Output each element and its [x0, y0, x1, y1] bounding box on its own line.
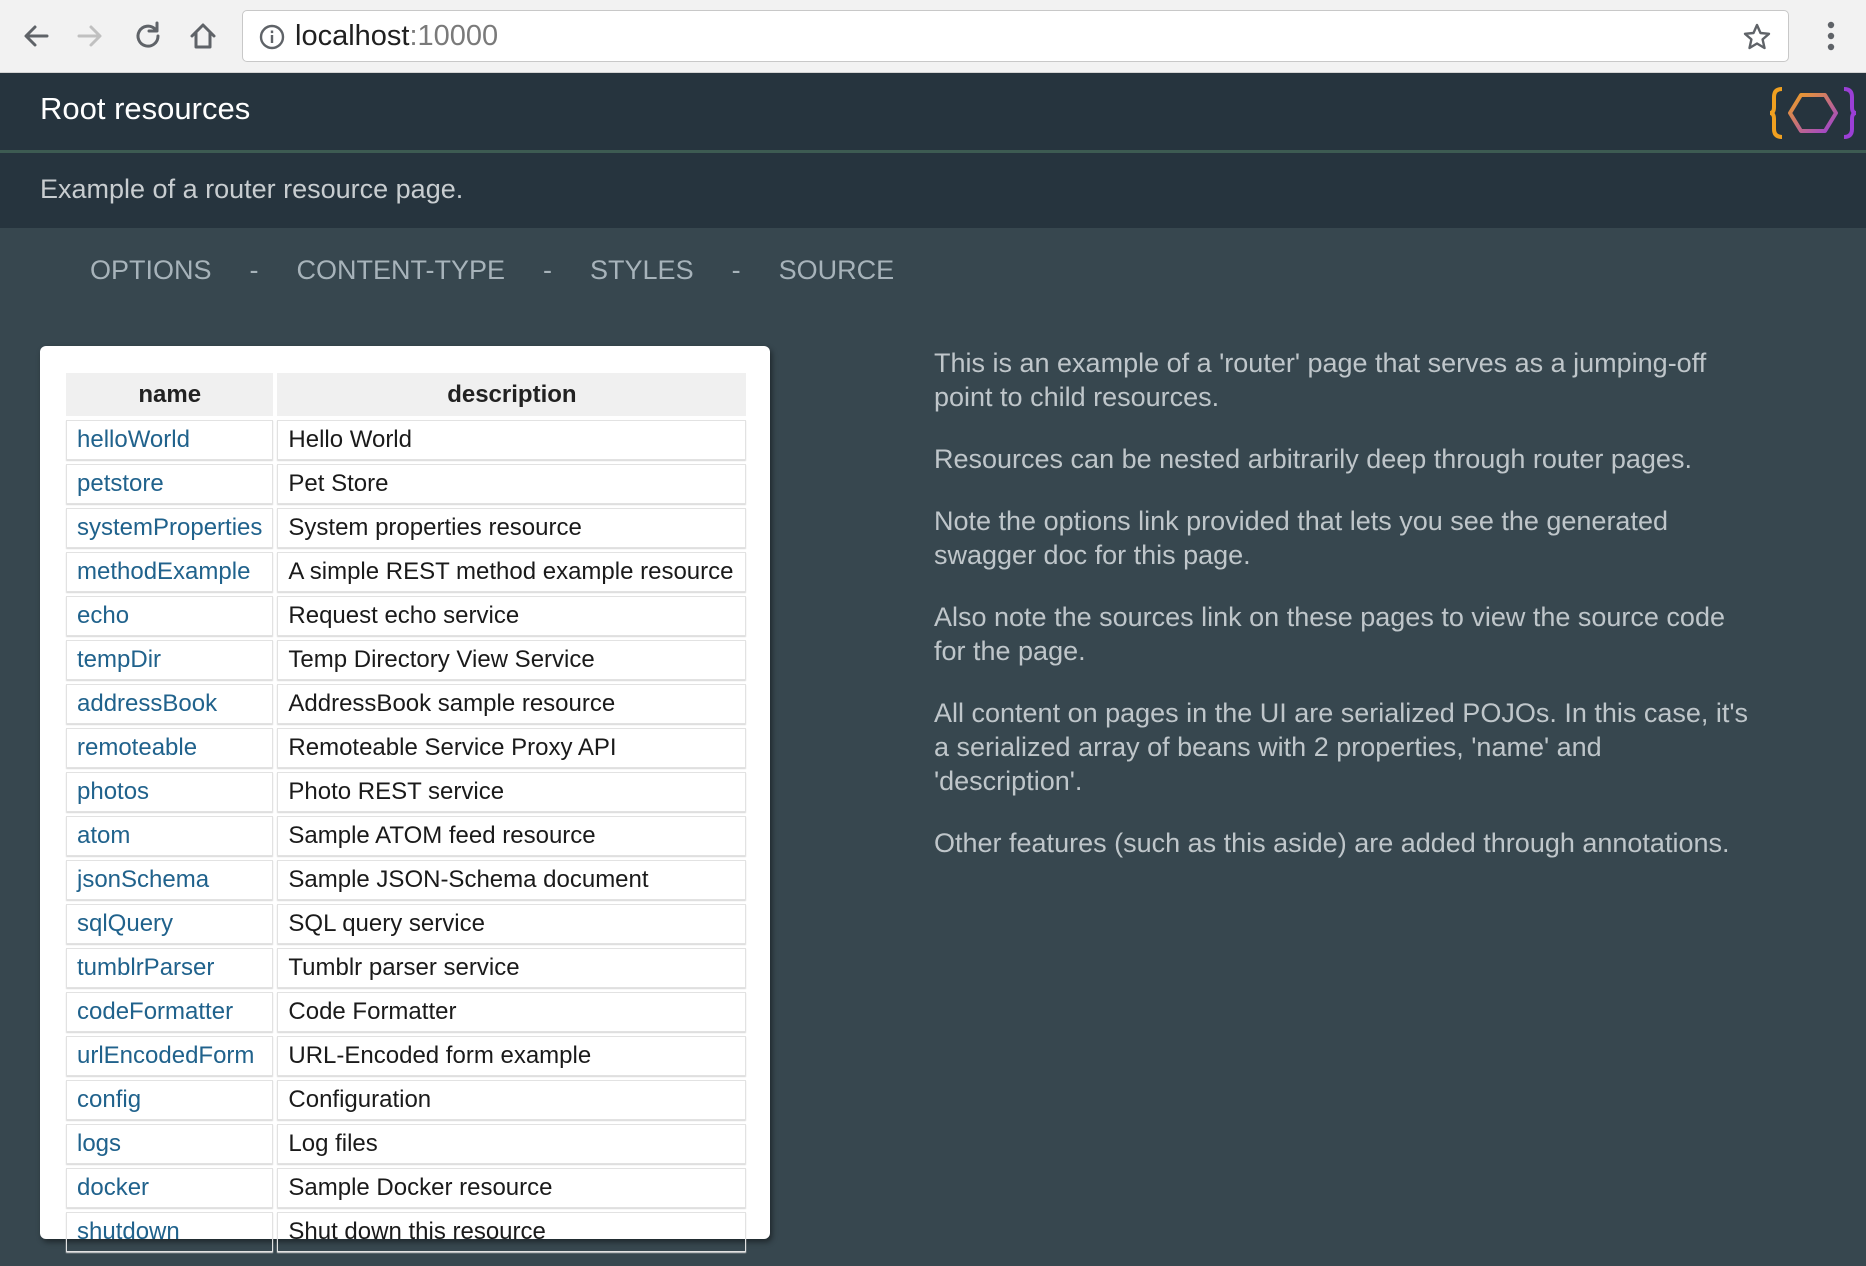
table-row: methodExample A simple REST method exampl…	[66, 552, 747, 592]
aside-paragraph: This is an example of a 'router' page th…	[934, 348, 1707, 412]
resource-description: Configuration	[277, 1080, 747, 1120]
reload-icon	[136, 21, 160, 48]
home-icon	[190, 23, 216, 49]
table-row: docker Sample Docker resource	[66, 1168, 747, 1208]
table-row: echo Request echo service	[66, 596, 747, 636]
resource-link[interactable]: urlEncodedForm	[66, 1036, 274, 1076]
page-title: Root resources	[40, 91, 251, 126]
aside-paragraph: All content on pages in the UI are seria…	[934, 698, 1749, 796]
resource-link[interactable]: docker	[66, 1168, 274, 1208]
aside-paragraph: Resources can be nested arbitrarily deep…	[934, 444, 1692, 474]
resource-link[interactable]: methodExample	[66, 552, 274, 592]
table-row: systemProperties System properties resour…	[66, 508, 747, 548]
resource-link[interactable]: jsonSchema	[66, 860, 274, 900]
resource-link[interactable]: tempDir	[66, 640, 274, 680]
table-row: addressBook AddressBook sample resource	[66, 684, 747, 724]
resource-link[interactable]: petstore	[66, 464, 274, 504]
table-row: petstore Pet Store	[66, 464, 747, 504]
resource-description: A simple REST method example resource	[277, 552, 747, 592]
resource-link[interactable]: atom	[66, 816, 274, 856]
resources-table: name description helloWorld Hello World pe…	[62, 369, 750, 1256]
url-port: :10000	[409, 20, 499, 52]
browser-toolbar: localhost:10000	[0, 0, 1866, 73]
back-arrow-icon	[24, 25, 49, 47]
resource-description: URL-Encoded form example	[277, 1036, 747, 1076]
resource-description: Request echo service	[277, 596, 747, 636]
resource-description: Code Formatter	[277, 992, 747, 1032]
resource-link[interactable]: config	[66, 1080, 274, 1120]
url-host: localhost	[295, 20, 410, 52]
aside: This is an example of a 'router' page th…	[934, 346, 1754, 888]
page-header: Root resources	[0, 73, 1866, 152]
resource-description: Sample ATOM feed resource	[277, 816, 747, 856]
forward-button[interactable]	[70, 16, 110, 56]
table-row: codeFormatter Code Formatter	[66, 992, 747, 1032]
resource-link[interactable]: helloWorld	[66, 420, 274, 460]
table-row: urlEncodedForm URL-Encoded form example	[66, 1036, 747, 1076]
subheader: Example of a router resource page.	[0, 153, 1866, 228]
table-row: shutdown Shut down this resource	[66, 1212, 747, 1252]
resource-description: Hello World	[277, 420, 747, 460]
table-row: tempDir Temp Directory View Service	[66, 640, 747, 680]
table-row: jsonSchema Sample JSON-Schema document	[66, 860, 747, 900]
resource-link[interactable]: tumblrParser	[66, 948, 274, 988]
home-button[interactable]	[183, 16, 223, 56]
table-row: photos Photo REST service	[66, 772, 747, 812]
page-description: Example of a router resource page.	[40, 174, 464, 204]
column-header-description: description	[277, 373, 747, 416]
table-row: atom Sample ATOM feed resource	[66, 816, 747, 856]
resource-description: System properties resource	[277, 508, 747, 548]
resource-description: Shut down this resource	[277, 1212, 747, 1252]
resources-card: name description helloWorld Hello World pe…	[40, 346, 770, 1252]
resource-description: Sample JSON-Schema document	[277, 860, 747, 900]
resource-description: Tumblr parser service	[277, 948, 747, 988]
resource-link[interactable]: echo	[66, 596, 274, 636]
resource-description: Photo REST service	[277, 772, 747, 812]
resource-description: Remoteable Service Proxy API	[277, 728, 747, 768]
resource-link[interactable]: logs	[66, 1124, 274, 1164]
resource-description: Temp Directory View Service	[277, 640, 747, 680]
column-header-name: name	[66, 373, 274, 416]
table-row: sqlQuery SQL query service	[66, 904, 747, 944]
resource-description: Pet Store	[277, 464, 747, 504]
nav-separator: -	[249, 254, 259, 285]
aside-paragraph: Note the options link provided that lets…	[934, 506, 1668, 570]
more-menu-icon[interactable]	[1816, 18, 1846, 54]
info-icon[interactable]	[259, 24, 285, 50]
nav-separator: -	[543, 254, 553, 285]
resource-link[interactable]: photos	[66, 772, 274, 812]
table-row: tumblrParser Tumblr parser service	[66, 948, 747, 988]
resource-link[interactable]: shutdown	[66, 1212, 274, 1252]
reload-button[interactable]	[128, 16, 168, 56]
bookmark-star-icon[interactable]	[1742, 22, 1772, 52]
table-row: logs Log files	[66, 1124, 747, 1164]
juneau-logo[interactable]	[1770, 83, 1856, 143]
nav-link-styles[interactable]: STYLES	[590, 255, 694, 286]
nav-link-options[interactable]: OPTIONS	[90, 255, 212, 286]
resource-description: AddressBook sample resource	[277, 684, 747, 724]
address-bar[interactable]: localhost:10000	[242, 10, 1789, 62]
nav-link-content-type[interactable]: CONTENT-TYPE	[297, 255, 506, 286]
resource-description: SQL query service	[277, 904, 747, 944]
resource-link[interactable]: addressBook	[66, 684, 274, 724]
nav-separator: -	[731, 254, 741, 285]
resource-link[interactable]: remoteable	[66, 728, 274, 768]
forward-arrow-icon	[77, 25, 102, 47]
resource-link[interactable]: codeFormatter	[66, 992, 274, 1032]
aside-paragraph: Other features (such as this aside) are …	[934, 828, 1730, 858]
resource-link[interactable]: sqlQuery	[66, 904, 274, 944]
resource-description: Sample Docker resource	[277, 1168, 747, 1208]
table-row: config Configuration	[66, 1080, 747, 1120]
table-row: remoteable Remoteable Service Proxy API	[66, 728, 747, 768]
back-button[interactable]	[16, 16, 56, 56]
table-row: helloWorld Hello World	[66, 420, 747, 460]
url-text[interactable]: localhost:10000	[295, 11, 498, 61]
nav-link-source[interactable]: SOURCE	[779, 255, 895, 286]
table-header-row: name description	[66, 373, 747, 416]
aside-paragraph: Also note the sources link on these page…	[934, 602, 1725, 666]
resource-link[interactable]: systemProperties	[66, 508, 274, 548]
resource-description: Log files	[277, 1124, 747, 1164]
nav-links: OPTIONS - CONTENT-TYPE - STYLES - SOURCE	[90, 252, 894, 288]
